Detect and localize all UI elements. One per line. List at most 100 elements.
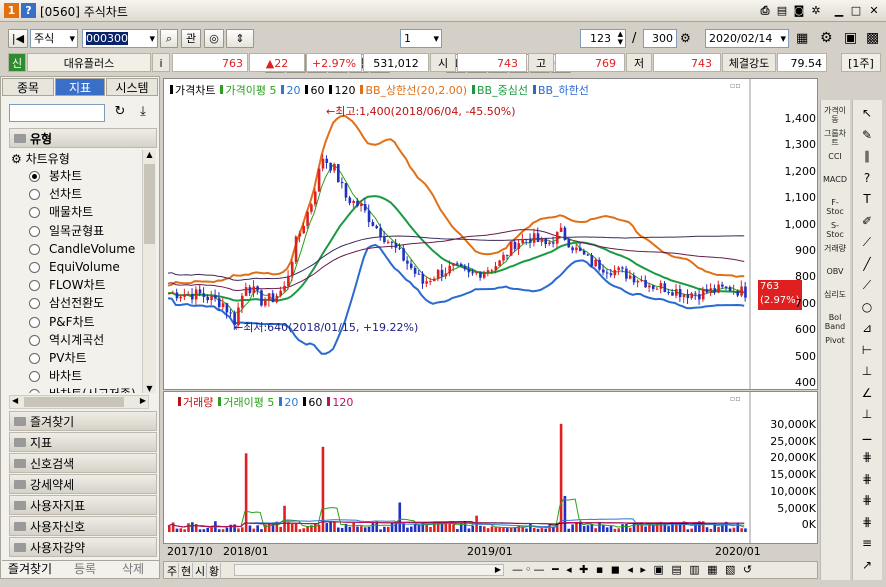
help-icon[interactable]: ? <box>21 3 36 18</box>
tree-chart-type[interactable]: ⚙ 차트유형 <box>11 150 70 167</box>
chart-tab-2[interactable]: 시 <box>194 563 207 579</box>
drawing-tool-icon[interactable]: ≡ <box>855 534 879 552</box>
minimize-icon[interactable]: ▁ <box>831 3 847 19</box>
indicator-tool[interactable]: F-Stoc <box>823 198 847 216</box>
group-1[interactable]: 지표 <box>9 432 157 452</box>
stepper-icon[interactable]: ⇕ <box>226 29 254 48</box>
indicator-tool[interactable]: Bol Band <box>823 313 847 331</box>
delete-button[interactable]: 삭제 <box>110 561 156 578</box>
drawing-tool-icon[interactable]: ⊥ <box>855 362 879 380</box>
print-icon[interactable]: ▤ <box>774 3 790 19</box>
interval-select[interactable]: 1 ▾ <box>400 29 442 48</box>
chart-tab-3[interactable]: 황 <box>208 563 221 579</box>
drawing-tool-icon[interactable]: ⚊ <box>855 427 879 445</box>
close-icon[interactable]: ✕ <box>866 3 882 19</box>
drawing-tool-icon[interactable]: ? <box>855 169 879 187</box>
chart-type-option[interactable]: 매물차트 <box>29 203 93 221</box>
chart-tab-0[interactable]: 주 <box>166 563 179 579</box>
indicator-tool[interactable]: MACD <box>823 175 847 184</box>
tab-favorites[interactable]: 즐겨찾기 <box>2 561 58 578</box>
group-0[interactable]: 즐겨찾기 <box>9 411 157 431</box>
tab-systems[interactable]: 시스템 <box>106 78 158 96</box>
indicator-tool[interactable]: 거래량 <box>823 244 847 253</box>
memo-icon[interactable]: ⎙ <box>757 3 773 19</box>
count-input[interactable]: 123 ▲ ▼ <box>580 29 626 48</box>
h-scrollbar[interactable]: ◀ ▶ <box>9 395 149 409</box>
chart-type-option[interactable]: 삼선전환도 <box>29 294 104 312</box>
drawing-tool-icon[interactable]: ⊿ <box>855 319 879 337</box>
tab-indicators[interactable]: 지표 <box>55 78 105 96</box>
indicator-tool[interactable]: CCI <box>823 152 847 161</box>
chart-type-option[interactable]: PV차트 <box>29 349 87 367</box>
market-select[interactable]: 주식 ▾ <box>30 29 78 48</box>
chart-type-option[interactable]: EquiVolume <box>29 258 120 276</box>
drawing-tool-icon[interactable]: ⊢ <box>855 341 879 359</box>
drawing-tool-icon[interactable]: ⋕ <box>855 448 879 466</box>
view-button[interactable]: 관 <box>181 29 201 48</box>
tab-stocks[interactable]: 종목 <box>2 78 54 96</box>
chart-type-option[interactable]: P&F차트 <box>29 313 95 331</box>
total-input[interactable]: 300 <box>643 29 677 48</box>
info-icon[interactable]: i <box>152 53 170 72</box>
candle-body <box>363 204 367 211</box>
volume-chart[interactable]: 거래량 거래이평 5 20 60 120 ▫▫ 30,000K 25,000K 20,000… <box>163 391 818 544</box>
grid-icon[interactable]: ▦ <box>796 31 808 46</box>
sync-icon[interactable]: ◎ <box>204 29 224 48</box>
drawing-tool-icon[interactable]: ↖ <box>855 104 879 122</box>
back-icon[interactable]: |◀ <box>8 29 28 48</box>
drawing-tool-icon[interactable]: ⋕ <box>855 513 879 531</box>
indicator-tool[interactable]: 가격이동 <box>823 106 847 124</box>
chart-type-option[interactable]: 역시계곡선 <box>29 331 104 349</box>
save-icon[interactable]: ▣ <box>844 30 857 46</box>
search-icon[interactable]: ⌕ <box>160 29 178 48</box>
maximize-icon[interactable]: □ <box>848 3 864 19</box>
drawing-tool-icon[interactable]: ✐ <box>855 212 879 230</box>
indicator-tool[interactable]: OBV <box>823 267 847 276</box>
drawing-tool-icon[interactable]: ⊥ <box>855 405 879 423</box>
chart-type-option[interactable]: 일목균형표 <box>29 222 104 240</box>
tool-icon[interactable]: ▩ <box>866 30 879 46</box>
download-icon[interactable]: ⤓ <box>133 104 153 122</box>
chart-type-option[interactable]: CandleVolume <box>29 240 135 258</box>
group-4[interactable]: 사용자지표 <box>9 495 157 515</box>
group-3[interactable]: 강세약세 <box>9 474 157 494</box>
drawing-tool-icon[interactable]: ○ <box>855 298 879 316</box>
settings-icon[interactable]: ⚙ <box>680 31 691 45</box>
drawing-tool-icon[interactable]: ⋕ <box>855 470 879 488</box>
drawing-tool-icon[interactable]: ╱ <box>855 255 879 273</box>
chart-type-option[interactable]: 바차트(시고저종) <box>29 385 136 393</box>
drawing-tool-icon[interactable]: ⟋ <box>855 233 879 251</box>
register-button[interactable]: 등록 <box>62 561 108 578</box>
refresh-icon[interactable]: ↻ <box>110 104 130 122</box>
config-icon[interactable]: ⚙ <box>820 30 833 46</box>
chart-type-option[interactable]: 바차트 <box>29 367 82 385</box>
drawing-tool-icon[interactable]: ↗ <box>855 556 879 574</box>
indicator-tool[interactable]: 심리도 <box>823 290 847 299</box>
list-scrollbar[interactable]: ▲ ▼ <box>142 150 156 393</box>
date-input[interactable]: 2020/02/14 ▾ <box>705 29 789 48</box>
camera-icon[interactable]: ◙ <box>791 3 807 19</box>
group-type[interactable]: 유형 <box>9 128 157 148</box>
gear-icon[interactable]: ✲ <box>808 3 824 19</box>
chart-tab-1[interactable]: 현 <box>180 563 193 579</box>
indicator-tool[interactable]: Pivot <box>823 336 847 345</box>
indicator-tool[interactable]: S-Stoc <box>823 221 847 239</box>
code-input[interactable]: 000300 ▾ <box>82 29 158 48</box>
drawing-tool-icon[interactable]: ✎ <box>855 126 879 144</box>
group-6[interactable]: 사용자강약 <box>9 537 157 557</box>
zoom-controls[interactable]: —◦— ━ ◂ ✚ ▪ ◼ ◂ ▸ ▣ ▤ ▥ ▦ ▧ ↺ <box>512 563 754 576</box>
drawing-tool-icon[interactable]: ∠ <box>855 384 879 402</box>
group-5[interactable]: 사용자신호 <box>9 516 157 536</box>
drawing-tool-icon[interactable]: T <box>855 190 879 208</box>
drawing-tool-icon[interactable]: ⋕ <box>855 491 879 509</box>
chart-scrollbar[interactable]: ▶ <box>234 564 504 576</box>
group-2[interactable]: 신호검색 <box>9 453 157 473</box>
price-chart[interactable]: 가격차트 가격이평 5 20 60 120 BB_상한선(20,2.00) BB_중심선 BB… <box>163 78 818 390</box>
indicator-tool[interactable]: 그룹차트 <box>823 129 847 147</box>
filter-input[interactable] <box>9 104 105 122</box>
chart-type-option[interactable]: 봉차트 <box>29 167 82 185</box>
chart-type-option[interactable]: 선차트 <box>29 185 82 203</box>
drawing-tool-icon[interactable]: ∥ <box>855 147 879 165</box>
chart-type-option[interactable]: FLOW차트 <box>29 276 106 294</box>
drawing-tool-icon[interactable]: ⟋ <box>855 276 879 294</box>
